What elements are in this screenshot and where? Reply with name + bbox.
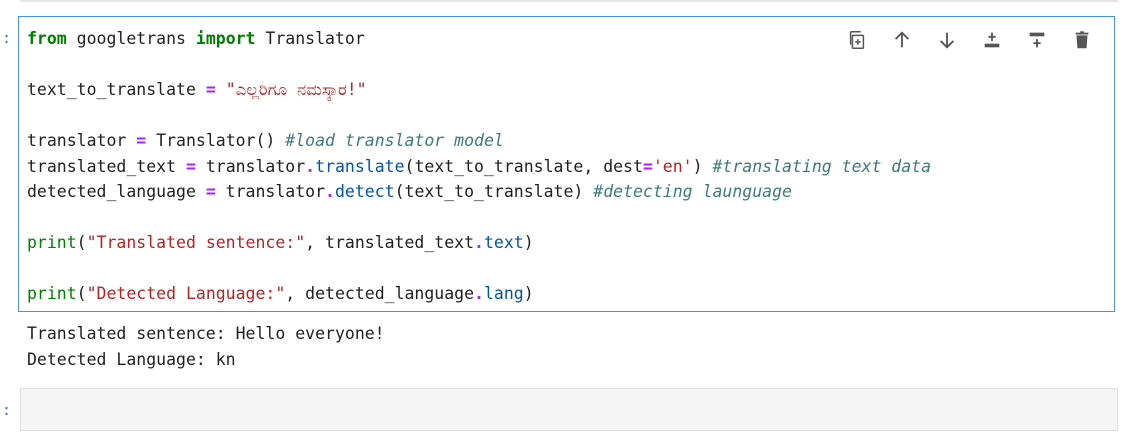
move-down-button[interactable] bbox=[924, 27, 969, 53]
code-token: Translator() bbox=[146, 131, 286, 150]
code-token: = bbox=[205, 80, 216, 99]
code-token: Translator bbox=[255, 29, 365, 48]
previous-cell-border bbox=[20, 0, 1118, 2]
code-token: (text_to_translate) bbox=[394, 182, 594, 201]
code-token: print bbox=[27, 233, 77, 252]
code-token: , detected_language bbox=[285, 284, 475, 303]
code-token: detected_language bbox=[27, 182, 206, 201]
delete-cell-button[interactable] bbox=[1059, 27, 1104, 53]
code-token: import bbox=[195, 29, 256, 48]
move-down-icon bbox=[939, 32, 954, 49]
code-token: print bbox=[27, 284, 77, 303]
code-line: from googletrans import Translator bbox=[27, 26, 931, 52]
code-token: . bbox=[305, 156, 316, 176]
output-line: Translated sentence: Hello everyone! bbox=[27, 324, 385, 343]
code-token: translated_text bbox=[27, 156, 186, 176]
code-token: ( bbox=[76, 284, 87, 303]
code-token: = bbox=[205, 182, 216, 201]
output-line: Detected Language: kn bbox=[27, 349, 236, 369]
duplicate-cell-button[interactable] bbox=[834, 27, 879, 53]
delete-cell-icon bbox=[1075, 31, 1088, 49]
insert-above-button[interactable] bbox=[969, 27, 1014, 53]
empty-cell-prompt: : bbox=[2, 401, 12, 419]
insert-below-icon bbox=[1029, 32, 1044, 48]
code-token: ) bbox=[692, 156, 713, 176]
code-line: detected_language = translator.detect(te… bbox=[27, 179, 931, 205]
code-token: translator bbox=[215, 182, 326, 201]
code-line: translated_text = translator.translate(t… bbox=[27, 154, 931, 180]
code-token: "Translated sentence:" bbox=[86, 233, 306, 252]
code-token: . bbox=[474, 284, 484, 303]
empty-code-cell[interactable] bbox=[20, 388, 1118, 431]
code-token: detect bbox=[334, 182, 395, 201]
code-token: from bbox=[27, 29, 67, 48]
insert-below-button[interactable] bbox=[1014, 27, 1059, 53]
code-token: . bbox=[325, 182, 335, 201]
move-up-icon bbox=[894, 31, 909, 48]
code-token: ( bbox=[76, 233, 87, 252]
duplicate-cell-icon bbox=[849, 31, 864, 49]
code-line: translator = Translator() #load translat… bbox=[27, 128, 931, 154]
code-token: = bbox=[185, 156, 196, 176]
code-token: text bbox=[483, 233, 524, 252]
code-token: , translated_text bbox=[305, 233, 475, 252]
insert-above-icon bbox=[984, 32, 999, 48]
code-token: text_to_translate bbox=[27, 80, 206, 99]
code-token: = bbox=[642, 156, 653, 176]
code-token: translator bbox=[195, 156, 306, 176]
code-editor[interactable]: from googletrans import Translator text_… bbox=[27, 26, 931, 307]
code-token: "ಎಲ್ಲರಿಗೂ ನಮಸ್ಕಾರ!" bbox=[225, 80, 367, 99]
code-token: . bbox=[474, 233, 484, 252]
cell-prompt: : bbox=[2, 29, 12, 47]
code-token: ) bbox=[523, 284, 534, 303]
code-token: googletrans bbox=[66, 29, 196, 48]
code-token: (text_to_translate, dest bbox=[404, 156, 643, 176]
code-token: #load translator model bbox=[285, 131, 504, 150]
code-token: #translating text data bbox=[712, 156, 932, 176]
cell-output: Translated sentence: Hello everyone! Det… bbox=[27, 321, 385, 372]
code-token: lang bbox=[483, 284, 524, 303]
code-token: translator bbox=[27, 131, 137, 150]
code-line: print("Translated sentence:", translated… bbox=[27, 230, 931, 256]
code-token: 'en' bbox=[652, 156, 693, 176]
code-token: translate bbox=[315, 156, 405, 176]
cell-toolbar bbox=[834, 27, 1104, 53]
code-token: #detecting launguage bbox=[593, 182, 792, 201]
code-token: "Detected Language:" bbox=[86, 284, 286, 303]
code-cell[interactable]: from googletrans import Translator text_… bbox=[18, 16, 1115, 312]
code-line: print("Detected Language:", detected_lan… bbox=[27, 281, 931, 307]
code-token: = bbox=[136, 131, 147, 150]
code-token: ) bbox=[523, 233, 534, 252]
code-line: text_to_translate = "ಎಲ್ಲರಿಗೂ ನಮಸ್ಕಾರ!" bbox=[27, 77, 931, 103]
move-up-button[interactable] bbox=[879, 27, 924, 53]
